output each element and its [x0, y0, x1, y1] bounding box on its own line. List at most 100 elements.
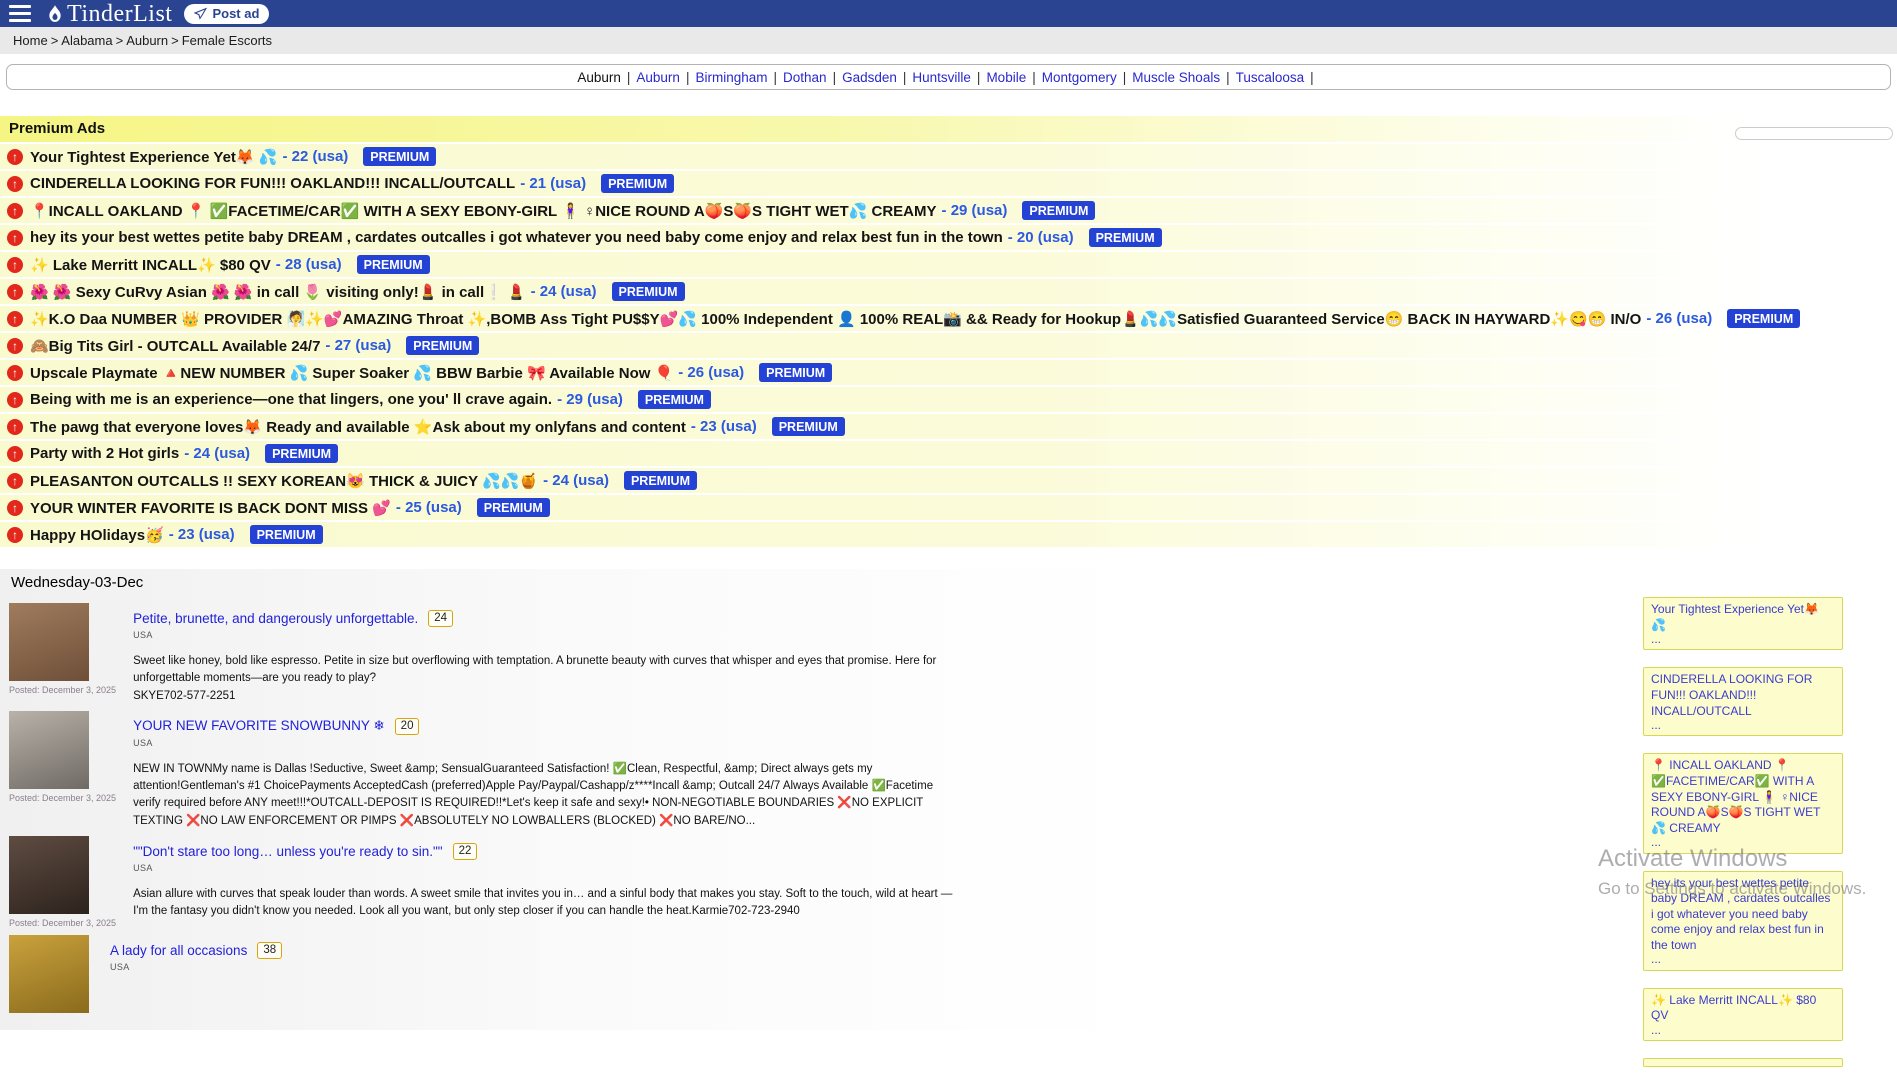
city-link[interactable]: Montgomery [1042, 70, 1117, 85]
premium-ad-age-location: - 29 (usa) [557, 391, 623, 408]
premium-badge[interactable]: PREMIUM [759, 363, 832, 382]
sidebar-ad-box[interactable]: ✨ Lake Merritt INCALL✨ $80 QV ... [1643, 988, 1843, 1041]
premium-section: Premium Ads ↑ Your Tightest Experience Y… [0, 116, 1897, 547]
site-logo[interactable]: TinderList [45, 2, 172, 26]
sidebar-ad-box[interactable] [1643, 1058, 1843, 1067]
post-ad-button[interactable]: Post ad [184, 4, 269, 24]
premium-ad-title[interactable]: Being with me is an experience—one that … [30, 391, 552, 408]
premium-badge[interactable]: PREMIUM [1727, 309, 1800, 328]
breadcrumb-item: Female Escorts [182, 33, 272, 48]
premium-ad-title[interactable]: 🌺 🌺 Sexy CuRvy Asian 🌺 🌺 in call 🌷 visit… [30, 283, 526, 301]
sidebar-ad-link[interactable]: hey its your best wettes petite baby DRE… [1651, 876, 1835, 954]
bump-up-icon: ↑ [7, 419, 23, 435]
premium-badge[interactable]: PREMIUM [612, 282, 685, 301]
bump-up-icon: ↑ [7, 338, 23, 354]
listing-title-link[interactable]: Petite, brunette, and dangerously unforg… [133, 611, 418, 626]
premium-ad-row: ↑ The pawg that everyone loves🦊 Ready an… [0, 414, 1897, 439]
sidebar-ad-box[interactable]: Your Tightest Experience Yet🦊 💦 ... [1643, 597, 1843, 650]
premium-badge[interactable]: PREMIUM [357, 255, 430, 274]
city-link[interactable]: Huntsville [912, 70, 971, 85]
premium-badge[interactable]: PREMIUM [363, 147, 436, 166]
premium-badge[interactable]: PREMIUM [250, 525, 323, 544]
premium-badge[interactable]: PREMIUM [406, 336, 479, 355]
premium-ad-title[interactable]: Your Tightest Experience Yet🦊 💦 [30, 148, 277, 166]
city-link[interactable]: Gadsden [842, 70, 897, 85]
premium-ad-title[interactable]: hey its your best wettes petite baby DRE… [30, 229, 1003, 246]
premium-badge[interactable]: PREMIUM [1022, 201, 1095, 220]
listing-photo[interactable] [9, 935, 89, 1013]
bump-up-icon: ↑ [7, 176, 23, 192]
empty-ad-slot [1735, 127, 1893, 140]
city-current: Auburn [577, 70, 621, 85]
city-link[interactable]: Mobile [986, 70, 1026, 85]
city-link[interactable]: Auburn [636, 70, 680, 85]
listing-title-link[interactable]: A lady for all occasions [110, 943, 247, 958]
listing-body: YOUR NEW FAVORITE SNOWBUNNY ❄ 20 USA NEW… [133, 711, 963, 830]
premium-ad-age-location: - 24 (usa) [184, 445, 250, 462]
premium-ad-title[interactable]: ✨ Lake Merritt INCALL✨ $80 QV [30, 256, 271, 274]
premium-ad-title[interactable]: Party with 2 Hot girls [30, 445, 179, 462]
premium-ad-row: ↑ Happy HOlidays🥳 - 23 (usa) PREMIUM [0, 522, 1897, 547]
breadcrumb-item[interactable]: Alabama [61, 33, 112, 48]
listing-photo[interactable] [9, 711, 89, 789]
menu-icon[interactable] [7, 3, 33, 24]
city-link[interactable]: Dothan [783, 70, 827, 85]
listing-photo-column: Posted: December 3, 2025 [9, 836, 116, 929]
city-separator: | [686, 70, 690, 85]
premium-ad-title[interactable]: ✨K.O Daa NUMBER 👑 PROVIDER 🧖✨💕AMAZING Th… [30, 310, 1641, 328]
premium-badge[interactable]: PREMIUM [772, 417, 845, 436]
city-separator: | [1226, 70, 1230, 85]
premium-badge[interactable]: PREMIUM [624, 471, 697, 490]
posted-date: Posted: December 3, 2025 [9, 793, 116, 803]
breadcrumb-item[interactable]: Home [13, 33, 48, 48]
premium-ad-title[interactable]: Happy HOlidays🥳 [30, 526, 164, 544]
listing-row: Posted: December 3, 2025 YOUR NEW FAVORI… [0, 707, 1897, 832]
premium-badge[interactable]: PREMIUM [601, 174, 674, 193]
premium-ad-row: ↑ 📍INCALL OAKLAND 📍 ✅FACETIME/CAR✅ WITH … [0, 198, 1897, 223]
premium-ad-title[interactable]: CINDERELLA LOOKING FOR FUN!!! OAKLAND!!!… [30, 175, 515, 192]
sidebar-ad-link[interactable]: Your Tightest Experience Yet🦊 💦 [1651, 602, 1835, 633]
listing-description: Sweet like honey, bold like espresso. Pe… [133, 653, 963, 688]
listing-title-link[interactable]: ""Don't stare too long… unless you're re… [133, 844, 442, 859]
sidebar-ad-link[interactable]: 📍 INCALL OAKLAND 📍 ✅FACETIME/CAR✅ WITH A… [1651, 758, 1835, 836]
listing-title-link[interactable]: YOUR NEW FAVORITE SNOWBUNNY ❄ [133, 718, 385, 734]
sidebar-ad-link[interactable]: CINDERELLA LOOKING FOR FUN!!! OAKLAND!!!… [1651, 672, 1835, 719]
premium-ad-row: ↑ ✨K.O Daa NUMBER 👑 PROVIDER 🧖✨💕AMAZING … [0, 306, 1897, 331]
bump-up-icon: ↑ [7, 257, 23, 273]
premium-badge[interactable]: PREMIUM [265, 444, 338, 463]
listing-photo[interactable] [9, 836, 89, 914]
premium-ad-title[interactable]: 🙈Big Tits Girl - OUTCALL Available 24/7 [30, 337, 320, 355]
sidebar-ad-box[interactable]: hey its your best wettes petite baby DRE… [1643, 871, 1843, 971]
sidebar-ad-box[interactable]: CINDERELLA LOOKING FOR FUN!!! OAKLAND!!!… [1643, 667, 1843, 736]
date-header: Wednesday-03-Dec [0, 569, 1897, 599]
premium-ads-heading: Premium Ads [0, 116, 1897, 142]
listing-row: Posted: December 3, 2025 ""Don't stare t… [0, 832, 1897, 931]
city-separator: | [627, 70, 631, 85]
city-link[interactable]: Muscle Shoals [1132, 70, 1220, 85]
premium-ad-row: ↑ 🙈Big Tits Girl - OUTCALL Available 24/… [0, 333, 1897, 358]
sidebar-ad-link[interactable]: ✨ Lake Merritt INCALL✨ $80 QV [1651, 993, 1835, 1024]
premium-ad-age-location: - 26 (usa) [678, 364, 744, 381]
city-link[interactable]: Birmingham [695, 70, 767, 85]
bump-up-icon: ↑ [7, 203, 23, 219]
premium-ad-title[interactable]: The pawg that everyone loves🦊 Ready and … [30, 418, 686, 436]
premium-ad-row: ↑ PLEASANTON OUTCALLS !! SEXY KOREAN😻 TH… [0, 468, 1897, 493]
listing-photo[interactable] [9, 603, 89, 681]
premium-ad-age-location: - 22 (usa) [282, 148, 348, 165]
premium-ad-title[interactable]: Upscale Playmate 🔺NEW NUMBER 💦 Super Soa… [30, 364, 673, 382]
premium-ad-title[interactable]: YOUR WINTER FAVORITE IS BACK DONT MISS 💕 [30, 499, 391, 517]
age-badge: 22 [453, 843, 478, 860]
premium-badge[interactable]: PREMIUM [1089, 228, 1162, 247]
premium-badge[interactable]: PREMIUM [477, 498, 550, 517]
post-ad-label: Post ad [212, 6, 259, 21]
premium-badge[interactable]: PREMIUM [638, 390, 711, 409]
flame-icon [45, 4, 65, 24]
listing-country: USA [133, 630, 963, 640]
premium-ad-title[interactable]: PLEASANTON OUTCALLS !! SEXY KOREAN😻 THIC… [30, 472, 538, 490]
premium-ad-title[interactable]: 📍INCALL OAKLAND 📍 ✅FACETIME/CAR✅ WITH A … [30, 202, 937, 220]
sidebar-ad-ellipsis: ... [1651, 1024, 1835, 1037]
bump-up-icon: ↑ [7, 284, 23, 300]
sidebar-ad-box[interactable]: 📍 INCALL OAKLAND 📍 ✅FACETIME/CAR✅ WITH A… [1643, 753, 1843, 853]
city-link[interactable]: Tuscaloosa [1236, 70, 1305, 85]
breadcrumb-item[interactable]: Auburn [126, 33, 168, 48]
